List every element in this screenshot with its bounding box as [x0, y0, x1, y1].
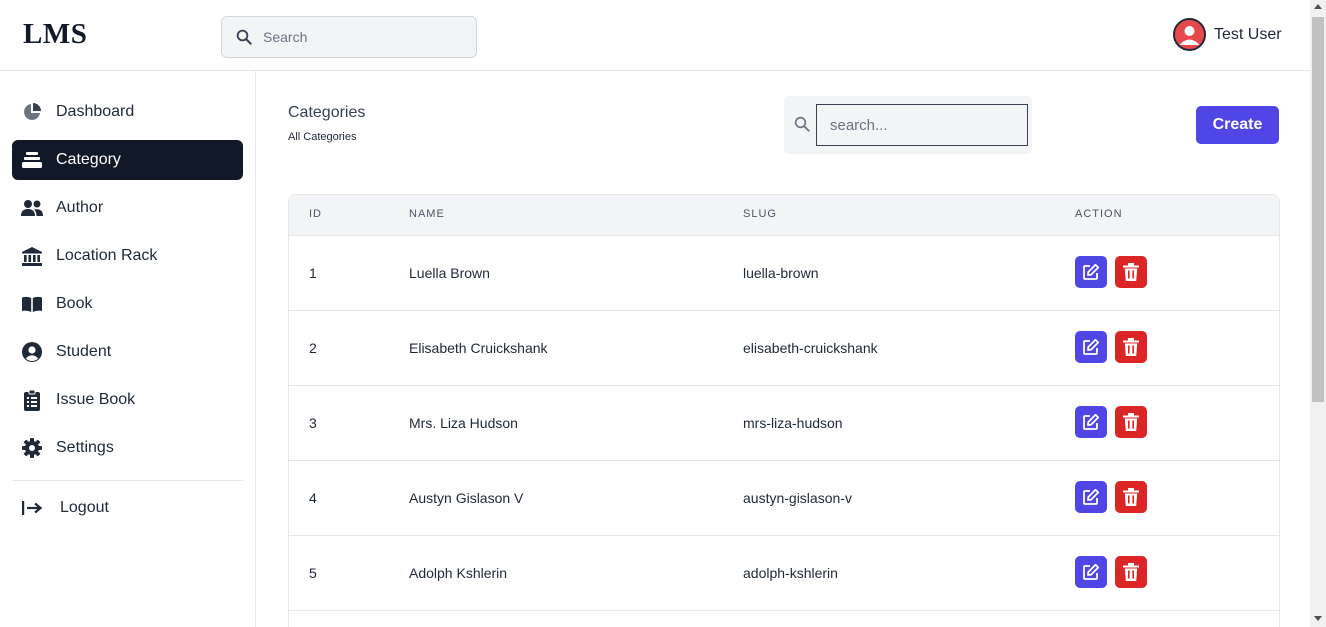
edit-icon — [1083, 338, 1100, 355]
create-button[interactable]: Create — [1196, 106, 1279, 144]
global-search-input[interactable] — [263, 29, 453, 45]
cell-slug: mrs-liza-hudson — [743, 415, 843, 431]
sidebar-item-label: Category — [56, 151, 121, 168]
column-header-id: ID — [309, 208, 322, 220]
delete-button[interactable] — [1115, 331, 1147, 363]
page-scrollbar[interactable] — [1310, 0, 1326, 627]
edit-icon — [1083, 488, 1100, 505]
scroll-down-arrow-icon[interactable] — [1314, 616, 1322, 621]
user-circle-icon — [21, 341, 43, 363]
trash-icon — [1123, 338, 1139, 356]
user-menu[interactable]: Test User — [1173, 18, 1282, 51]
app-logo[interactable]: LMS — [23, 18, 87, 51]
user-name: Test User — [1214, 25, 1282, 43]
table-row: 4 Austyn Gislason V austyn-gislason-v — [289, 461, 1279, 536]
delete-button[interactable] — [1115, 406, 1147, 438]
logout-icon — [21, 497, 43, 519]
cell-slug: elisabeth-cruickshank — [743, 340, 878, 356]
table-row: 5 Adolph Kshlerin adolph-kshlerin — [289, 536, 1279, 611]
search-icon — [234, 27, 254, 47]
sidebar-item-label: Location Rack — [56, 247, 158, 264]
global-search[interactable] — [221, 16, 477, 58]
sidebar-item-issue-book[interactable]: Issue Book — [12, 380, 243, 420]
delete-button[interactable] — [1115, 256, 1147, 288]
edit-button[interactable] — [1075, 556, 1107, 588]
main-content: Categories All Categories Create ID NAME… — [256, 71, 1310, 627]
trash-icon — [1123, 413, 1139, 431]
cell-name: Adolph Kshlerin — [409, 565, 508, 581]
cell-slug: luella-brown — [743, 265, 819, 281]
cell-id: 1 — [309, 265, 317, 281]
sidebar: Dashboard Category Author Location Rack … — [0, 71, 256, 627]
table-row: 1 Luella Brown luella-brown — [289, 236, 1279, 311]
sidebar-divider — [12, 480, 243, 481]
gear-icon — [21, 437, 43, 459]
cell-id: 3 — [309, 415, 317, 431]
book-open-icon — [21, 293, 43, 315]
edit-icon — [1083, 263, 1100, 280]
trash-icon — [1123, 263, 1139, 281]
delete-button[interactable] — [1115, 481, 1147, 513]
edit-button[interactable] — [1075, 256, 1107, 288]
users-icon — [21, 197, 43, 219]
edit-icon — [1083, 563, 1100, 580]
sidebar-item-category[interactable]: Category — [12, 140, 243, 180]
cell-name: Elisabeth Cruickshank — [409, 340, 548, 356]
column-header-slug: SLUG — [743, 208, 777, 220]
delete-button[interactable] — [1115, 556, 1147, 588]
clipboard-icon — [21, 389, 43, 411]
table-search — [784, 96, 1032, 154]
cell-id: 4 — [309, 490, 317, 506]
cell-id: 5 — [309, 565, 317, 581]
sidebar-item-settings[interactable]: Settings — [12, 428, 243, 468]
logout-label: Logout — [60, 499, 109, 516]
avatar[interactable] — [1173, 18, 1206, 51]
cell-id: 2 — [309, 340, 317, 356]
sidebar-item-label: Author — [56, 199, 104, 216]
edit-button[interactable] — [1075, 406, 1107, 438]
scroll-up-arrow-icon[interactable] — [1314, 4, 1322, 9]
edit-button[interactable] — [1075, 481, 1107, 513]
sidebar-item-label: Book — [56, 295, 93, 312]
trash-icon — [1123, 563, 1139, 581]
cell-slug: adolph-kshlerin — [743, 565, 838, 581]
trash-icon — [1123, 488, 1139, 506]
categories-table: ID NAME SLUG ACTION 1 Luella Brown luell… — [288, 194, 1280, 627]
sidebar-item-author[interactable]: Author — [12, 188, 243, 228]
cell-name: Luella Brown — [409, 265, 490, 281]
sidebar-item-label: Settings — [56, 439, 114, 456]
table-row: 2 Elisabeth Cruickshank elisabeth-cruick… — [289, 311, 1279, 386]
top-header: LMS Test User — [0, 0, 1310, 71]
pie-chart-icon — [21, 101, 43, 123]
column-header-action: ACTION — [1075, 208, 1123, 220]
sidebar-item-location-rack[interactable]: Location Rack — [12, 236, 243, 276]
sidebar-item-label: Dashboard — [56, 103, 135, 120]
scroll-thumb[interactable] — [1312, 17, 1324, 402]
building-icon — [21, 245, 43, 267]
edit-button[interactable] — [1075, 331, 1107, 363]
table-row: 3 Mrs. Liza Hudson mrs-liza-hudson — [289, 386, 1279, 461]
column-header-name: NAME — [409, 208, 445, 220]
sidebar-item-student[interactable]: Student — [12, 332, 243, 372]
cell-name: Mrs. Liza Hudson — [409, 415, 518, 431]
search-icon — [793, 115, 811, 138]
sidebar-item-label: Student — [56, 343, 112, 360]
page-title: Categories — [288, 104, 366, 121]
stack-icon — [21, 149, 43, 171]
sidebar-item-book[interactable]: Book — [12, 284, 243, 324]
edit-icon — [1083, 413, 1100, 430]
cell-slug: austyn-gislason-v — [743, 490, 852, 506]
logout-button[interactable]: Logout — [12, 488, 243, 528]
cell-name: Austyn Gislason V — [409, 490, 524, 506]
table-header: ID NAME SLUG ACTION — [289, 195, 1279, 236]
sidebar-item-dashboard[interactable]: Dashboard — [12, 92, 243, 132]
sidebar-item-label: Issue Book — [56, 391, 136, 408]
page-subtitle: All Categories — [288, 131, 357, 143]
table-search-input[interactable] — [816, 104, 1028, 146]
